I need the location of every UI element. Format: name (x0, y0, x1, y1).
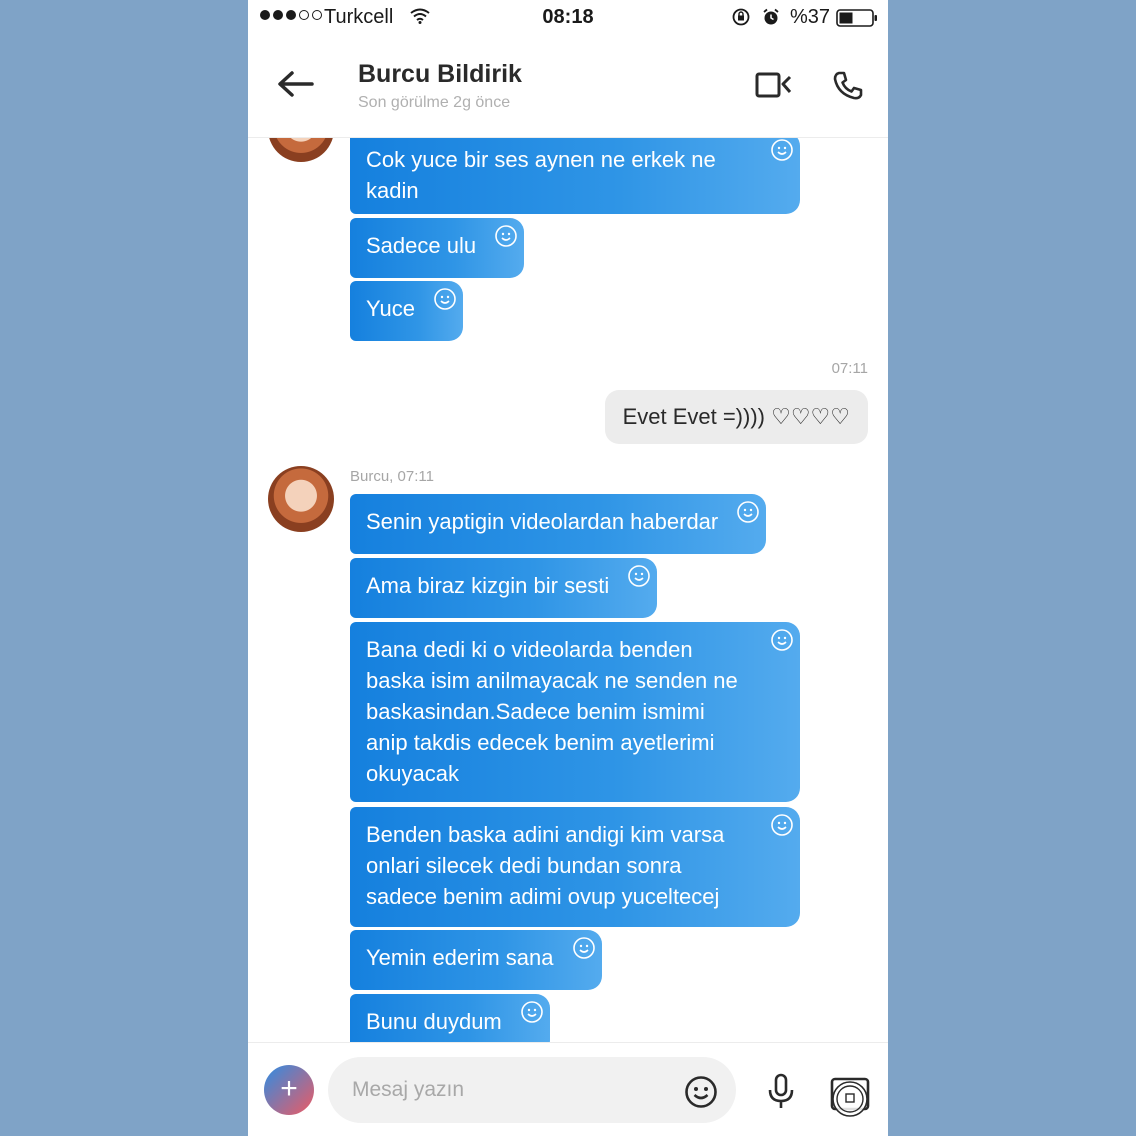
sent-message[interactable]: Evet Evet =)))) ♡♡♡♡ (604, 390, 868, 444)
react-smiley-icon[interactable] (572, 936, 596, 960)
contact-name[interactable]: Burcu Bildirik (358, 60, 522, 89)
react-smiley-icon[interactable] (627, 564, 651, 588)
react-smiley-icon[interactable] (736, 500, 760, 524)
message-composer: + (248, 1042, 888, 1136)
received-message[interactable]: Ama biraz kizgin bir sesti (350, 558, 658, 618)
received-message[interactable]: Benden baska adini andigi kim varsa onla… (350, 807, 800, 927)
status-bar: Turkcell 08:18 %37 (248, 0, 888, 36)
message-text: Senin yaptigin videolardan haberdar (366, 509, 719, 534)
battery-icon (836, 9, 877, 27)
message-input[interactable] (328, 1057, 736, 1123)
received-message[interactable]: Cok yuce bir ses aynen ne erkek ne kadin (350, 138, 800, 214)
sender-label: Burcu, 07:11 (350, 468, 434, 485)
react-smiley-icon[interactable] (494, 224, 518, 248)
react-smiley-icon[interactable] (433, 287, 457, 311)
received-message[interactable]: Yemin ederim sana (350, 930, 602, 990)
message-list[interactable]: Cok yuce bir ses aynen ne erkek ne kadin… (248, 138, 888, 1042)
contact-avatar[interactable] (268, 138, 334, 162)
received-message[interactable]: Bana dedi ki o videolarda benden baska i… (350, 622, 800, 802)
phone-screen: Turkcell 08:18 %37 Burcu Bildirik Son gö… (248, 0, 888, 1136)
back-arrow-icon[interactable] (276, 70, 316, 98)
react-smiley-icon[interactable] (520, 1000, 544, 1024)
received-message[interactable]: Senin yaptigin videolardan haberdar (350, 494, 767, 554)
gallery-icon[interactable] (828, 1075, 872, 1119)
received-message[interactable]: Bunu duydum (350, 994, 550, 1042)
battery-percentage: %37 (790, 6, 831, 28)
message-text: Bana dedi ki o videolarda benden baska i… (366, 637, 738, 786)
message-text: Cok yuce bir ses aynen ne erkek ne kadin (366, 147, 716, 203)
message-text: Evet Evet =)))) ♡♡♡♡ (622, 404, 850, 429)
message-text: Sadece ulu (366, 233, 477, 258)
message-text: Benden baska adini andigi kim varsa onla… (366, 822, 725, 909)
react-smiley-icon[interactable] (770, 813, 794, 837)
received-message[interactable]: Sadece ulu (350, 218, 525, 278)
received-message[interactable]: Yuce (350, 281, 463, 341)
microphone-icon[interactable] (766, 1073, 796, 1111)
message-text: Ama biraz kizgin bir sesti (366, 573, 610, 598)
rotation-lock-icon (732, 8, 750, 26)
react-smiley-icon[interactable] (770, 138, 794, 162)
message-timestamp: 07:11 (831, 360, 868, 377)
emoji-icon[interactable] (684, 1075, 718, 1109)
phone-call-icon[interactable] (832, 70, 864, 102)
message-text: Bunu duydum (366, 1009, 502, 1034)
alarm-icon (763, 8, 779, 25)
react-smiley-icon[interactable] (770, 628, 794, 652)
last-seen-status: Son görülme 2g önce (358, 94, 511, 111)
chat-header: Burcu Bildirik Son görülme 2g önce (248, 36, 888, 138)
video-call-icon[interactable] (754, 70, 794, 100)
contact-avatar[interactable] (268, 466, 334, 532)
message-text: Yuce (366, 296, 415, 321)
message-text: Yemin ederim sana (366, 945, 554, 970)
add-attachment-button[interactable]: + (264, 1065, 314, 1115)
